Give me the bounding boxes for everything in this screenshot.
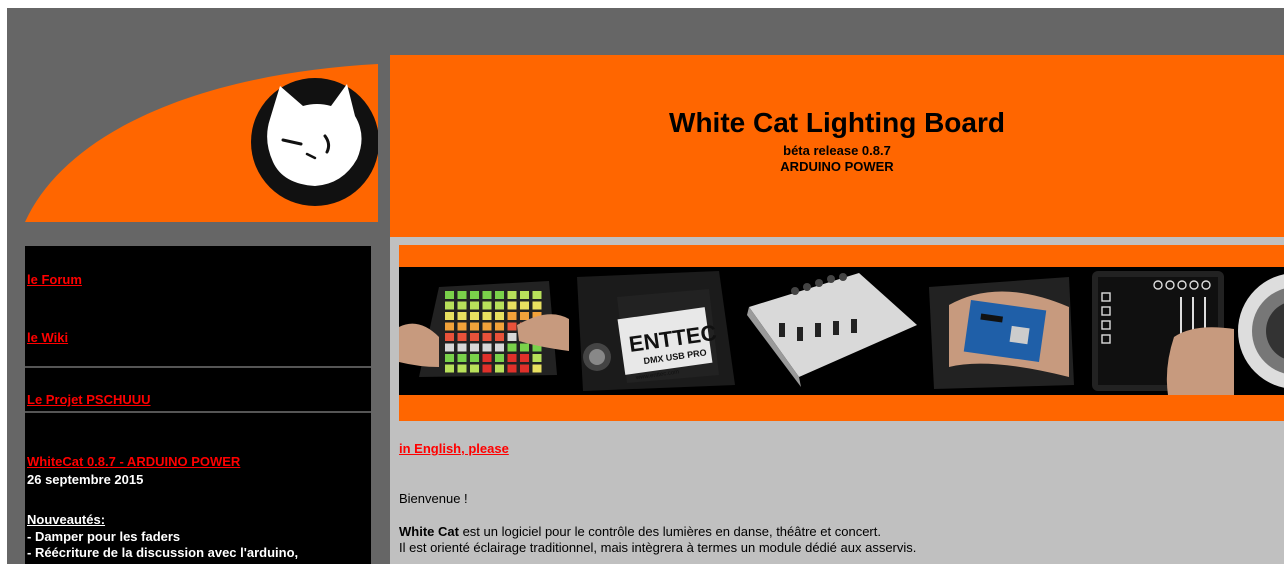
launchpad-pad [470, 364, 479, 373]
launchpad-pad [445, 301, 454, 310]
english-version-link[interactable]: in English, please [399, 441, 509, 456]
launchpad-pad [520, 301, 529, 310]
launchpad-pad [495, 301, 504, 310]
launchpad-pad [495, 312, 504, 320]
launchpad-pad [457, 291, 467, 299]
launchpad-pad [445, 333, 454, 341]
launchpad-pad [470, 333, 479, 341]
launchpad-pad [445, 364, 454, 373]
cat-logo-icon [25, 64, 378, 222]
launchpad-pad [482, 312, 492, 320]
launchpad-pad [520, 312, 529, 320]
page-header: White Cat Lighting Board béta release 0.… [390, 55, 1284, 237]
welcome-text: Bienvenue ! [399, 491, 468, 506]
launchpad-pad [457, 322, 467, 331]
intro-paragraph: White Cat est un logiciel pour le contrô… [399, 524, 881, 539]
launchpad-pad [482, 354, 492, 362]
launchpad-pad [507, 343, 517, 352]
launchpad-pad [457, 333, 467, 341]
arduino-board-image [919, 267, 1084, 395]
intro-paragraph-line2: Il est orienté éclairage traditionnel, m… [399, 540, 917, 555]
launchpad-pad [495, 291, 504, 299]
launchpad-controller-image [399, 267, 569, 395]
launchpad-pad [470, 343, 479, 352]
news-item: - Damper pour les faders [27, 529, 181, 544]
launchpad-pad [495, 364, 504, 373]
launchpad-pad [470, 322, 479, 331]
tablet-controller-image [1084, 267, 1234, 395]
sidebar-link-release[interactable]: WhiteCat 0.8.7 - ARDUINO POWER [27, 454, 240, 469]
news-item: - Réécriture de la discussion avec l'ard… [27, 545, 299, 560]
fader-controller-image [739, 267, 919, 395]
launchpad-pad [520, 364, 529, 373]
launchpad-pad [457, 354, 467, 362]
release-date: 26 septembre 2015 [27, 472, 144, 487]
launchpad-pad [445, 312, 454, 320]
launchpad-pad [482, 301, 492, 310]
launchpad-pad [482, 322, 492, 331]
launchpad-pad [507, 301, 517, 310]
launchpad-pad [520, 343, 529, 352]
sidebar-divider [25, 411, 371, 413]
page-title: White Cat Lighting Board [669, 107, 1005, 138]
launchpad-pad [507, 364, 517, 373]
launchpad-pad [482, 364, 492, 373]
launchpad-pad [520, 354, 529, 362]
launchpad-pad [507, 322, 517, 331]
launchpad-pad [495, 333, 504, 341]
page-frame: White Cat Lighting Board béta release 0.… [7, 8, 1284, 564]
enttec-dmx-image: ENTTEC DMX USB PRO www.enttec.com [569, 267, 739, 395]
sidebar-link-projet[interactable]: Le Projet PSCHUUU [27, 392, 151, 407]
launchpad-pad [445, 343, 454, 352]
launchpad-pad [507, 354, 517, 362]
launchpad-pad [470, 301, 479, 310]
launchpad-pad [495, 343, 504, 352]
intro-text: est un logiciel pour le contrôle des lum… [458, 524, 881, 539]
launchpad-pad [532, 354, 542, 362]
product-name: White Cat [399, 524, 459, 539]
launchpad-pad [532, 291, 542, 299]
news-heading: Nouveautés: [27, 512, 106, 527]
launchpad-pad [507, 291, 517, 299]
banner-strip: ENTTEC DMX USB PRO www.enttec.com [399, 267, 1284, 395]
sidebar-divider [25, 366, 371, 368]
sidebar-link-wiki[interactable]: le Wiki [27, 330, 68, 345]
speaker-image [1234, 267, 1284, 395]
launchpad-pad [532, 364, 542, 373]
launchpad-pad [470, 312, 479, 320]
launchpad-pad [457, 364, 467, 373]
launchpad-pad [445, 291, 454, 299]
launchpad-pad [532, 301, 542, 310]
launchpad-pad [495, 322, 504, 331]
launchpad-pad [495, 354, 504, 362]
launchpad-pad [482, 343, 492, 352]
release-codename: ARDUINO POWER [780, 159, 894, 174]
launchpad-pad [470, 354, 479, 362]
launchpad-pad [507, 312, 517, 320]
launchpad-pad [507, 333, 517, 341]
sidebar-nav: le Forum le Wiki Le Projet PSCHUUU White… [25, 246, 371, 564]
launchpad-pad [445, 354, 454, 362]
launchpad-pad [470, 291, 479, 299]
launchpad-pad [457, 312, 467, 320]
launchpad-pad [482, 333, 492, 341]
site-logo[interactable] [25, 64, 378, 222]
launchpad-pad [445, 322, 454, 331]
launchpad-pad [520, 291, 529, 299]
launchpad-pad [457, 301, 467, 310]
launchpad-pad [457, 343, 467, 352]
release-subtitle: béta release 0.8.7 [783, 143, 891, 158]
launchpad-pad [482, 291, 492, 299]
hardware-banner: ENTTEC DMX USB PRO www.enttec.com [399, 245, 1284, 421]
main-content: ENTTEC DMX USB PRO www.enttec.com in Eng… [390, 237, 1284, 564]
sidebar-link-forum[interactable]: le Forum [27, 272, 82, 287]
